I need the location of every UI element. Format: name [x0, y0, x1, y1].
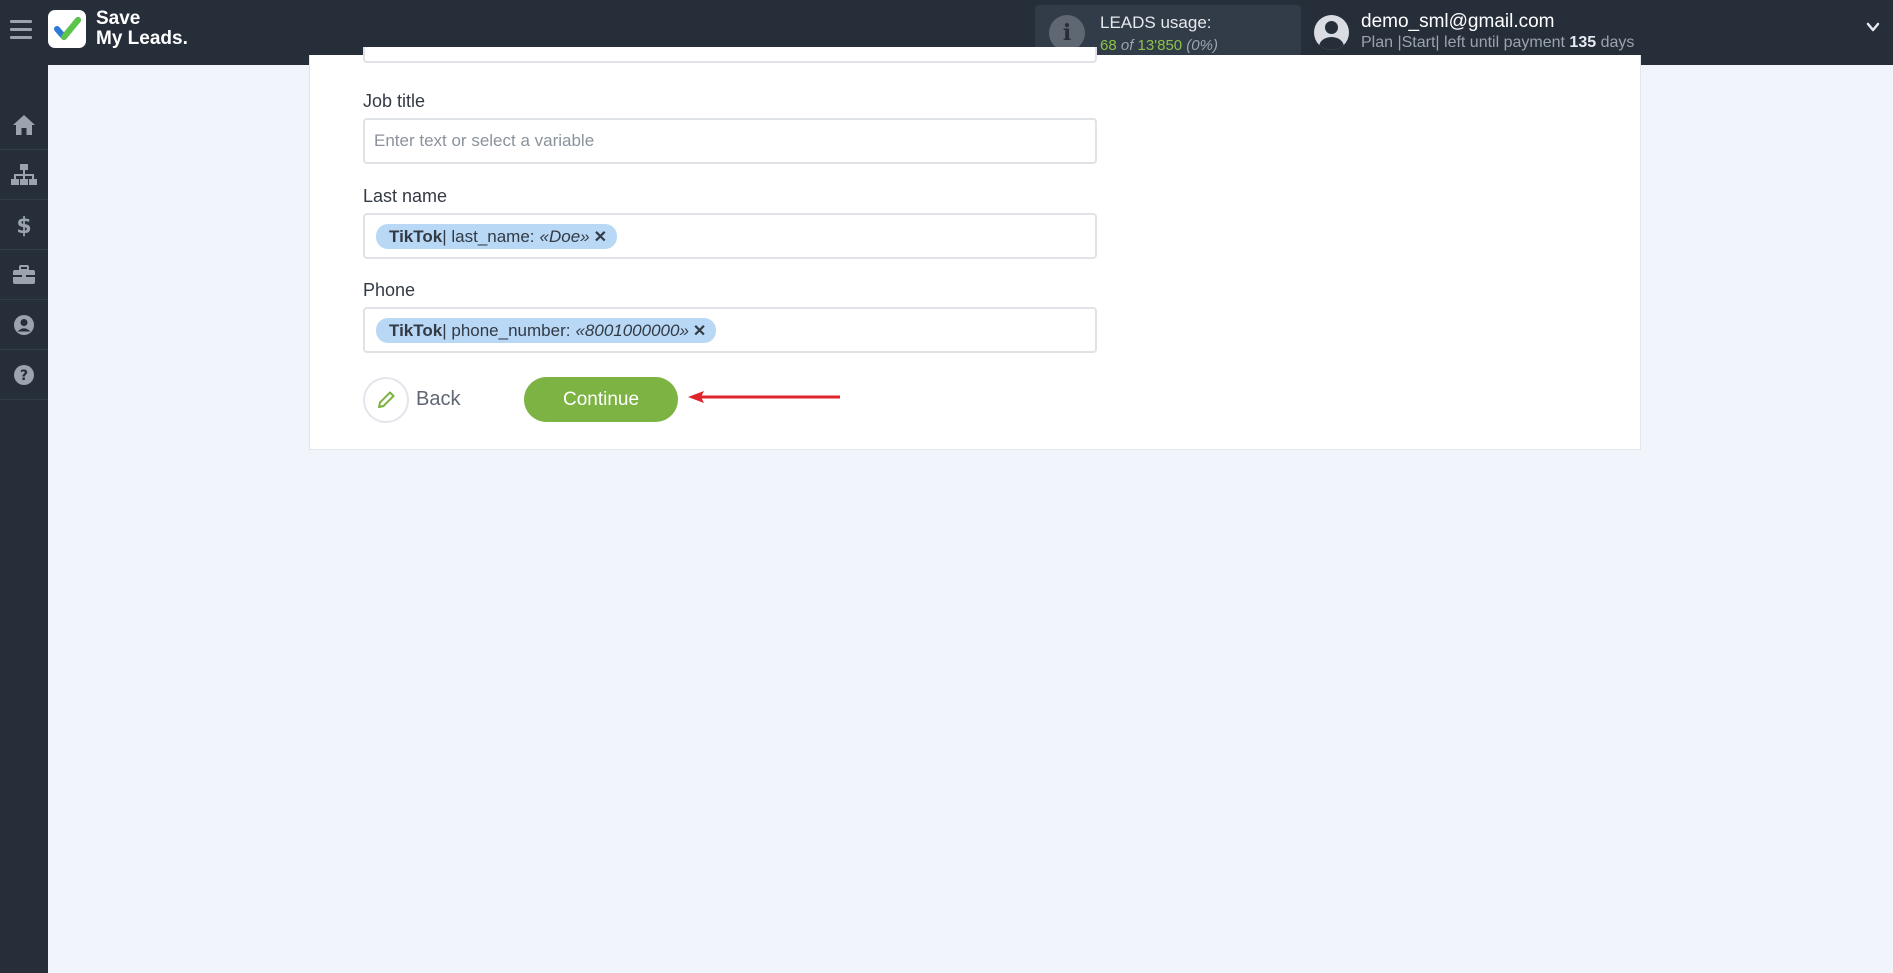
help-circle-icon: ?	[14, 364, 34, 385]
logo-line1: Save	[96, 8, 141, 29]
sidebar-item-connections[interactable]	[0, 150, 48, 200]
sidebar-item-account[interactable]	[0, 300, 48, 350]
svg-text:$: $	[16, 214, 31, 237]
remove-tag-icon[interactable]: ✕	[594, 227, 607, 247]
sidebar: $ ?	[0, 65, 48, 973]
tag-field: | last_name:	[442, 226, 535, 246]
back-button[interactable]	[363, 377, 409, 423]
logo-line2: My Leads.	[96, 28, 188, 49]
home-icon	[13, 114, 35, 135]
job-title-placeholder: Enter text or select a variable	[374, 131, 595, 150]
plan-days: 135	[1569, 34, 1597, 51]
tag-value: «Doe»	[539, 226, 590, 246]
pencil-icon	[378, 391, 395, 408]
user-email[interactable]: demo_sml@gmail.com	[1361, 11, 1555, 33]
remove-tag-icon[interactable]: ✕	[693, 321, 706, 341]
usage-used: 68	[1100, 37, 1117, 54]
menu-icon[interactable]	[10, 20, 32, 40]
last-name-variable-tag[interactable]: TikTok | last_name: «Doe» ✕	[376, 224, 618, 249]
previous-field-input[interactable]	[363, 47, 1097, 63]
sidebar-item-help[interactable]: ?	[0, 350, 48, 400]
job-title-input[interactable]: Enter text or select a variable	[363, 118, 1097, 164]
usage-total: 13'850	[1137, 37, 1183, 54]
briefcase-icon	[13, 264, 35, 284]
user-plan: Plan |Start| left until payment 135 days	[1361, 34, 1634, 52]
last-name-label: Last name	[363, 186, 448, 206]
user-circle-icon	[14, 314, 34, 335]
sitemap-icon	[11, 163, 37, 185]
usage-of: of	[1120, 37, 1134, 54]
tag-field: | phone_number:	[442, 320, 571, 340]
form-card: Job title Enter text or select a variabl…	[309, 47, 1641, 450]
back-label[interactable]: Back	[416, 388, 460, 411]
sidebar-item-home[interactable]	[0, 100, 48, 150]
tag-source: TikTok	[389, 320, 443, 340]
red-arrow-annotation	[688, 391, 840, 403]
tag-value: «8001000000»	[575, 320, 689, 340]
plan-text: Plan |Start| left until payment	[1361, 34, 1565, 51]
job-title-label: Job title	[363, 91, 426, 111]
usage-stats: 68 of 13'850 (0%)	[1100, 37, 1218, 54]
logo-text: Save My Leads.	[96, 9, 188, 49]
svg-text:?: ?	[20, 368, 28, 384]
avatar-icon[interactable]	[1314, 15, 1349, 50]
chevron-down-icon[interactable]	[1866, 20, 1880, 34]
sidebar-item-tools[interactable]	[0, 250, 48, 300]
usage-percent: (0%)	[1186, 37, 1218, 54]
continue-button[interactable]: Continue	[524, 377, 678, 422]
last-name-input[interactable]: TikTok | last_name: «Doe» ✕	[363, 213, 1097, 259]
dollar-icon: $	[16, 214, 31, 237]
phone-variable-tag[interactable]: TikTok | phone_number: «8001000000» ✕	[376, 318, 717, 343]
tag-source: TikTok	[389, 226, 443, 246]
logo-icon	[48, 10, 86, 48]
phone-label: Phone	[363, 280, 416, 300]
info-icon: i	[1049, 15, 1085, 51]
usage-title: LEADS usage:	[1100, 13, 1212, 32]
plan-days-suffix: days	[1600, 34, 1635, 51]
sidebar-item-billing[interactable]: $	[0, 200, 48, 250]
phone-input[interactable]: TikTok | phone_number: «8001000000» ✕	[363, 307, 1097, 353]
